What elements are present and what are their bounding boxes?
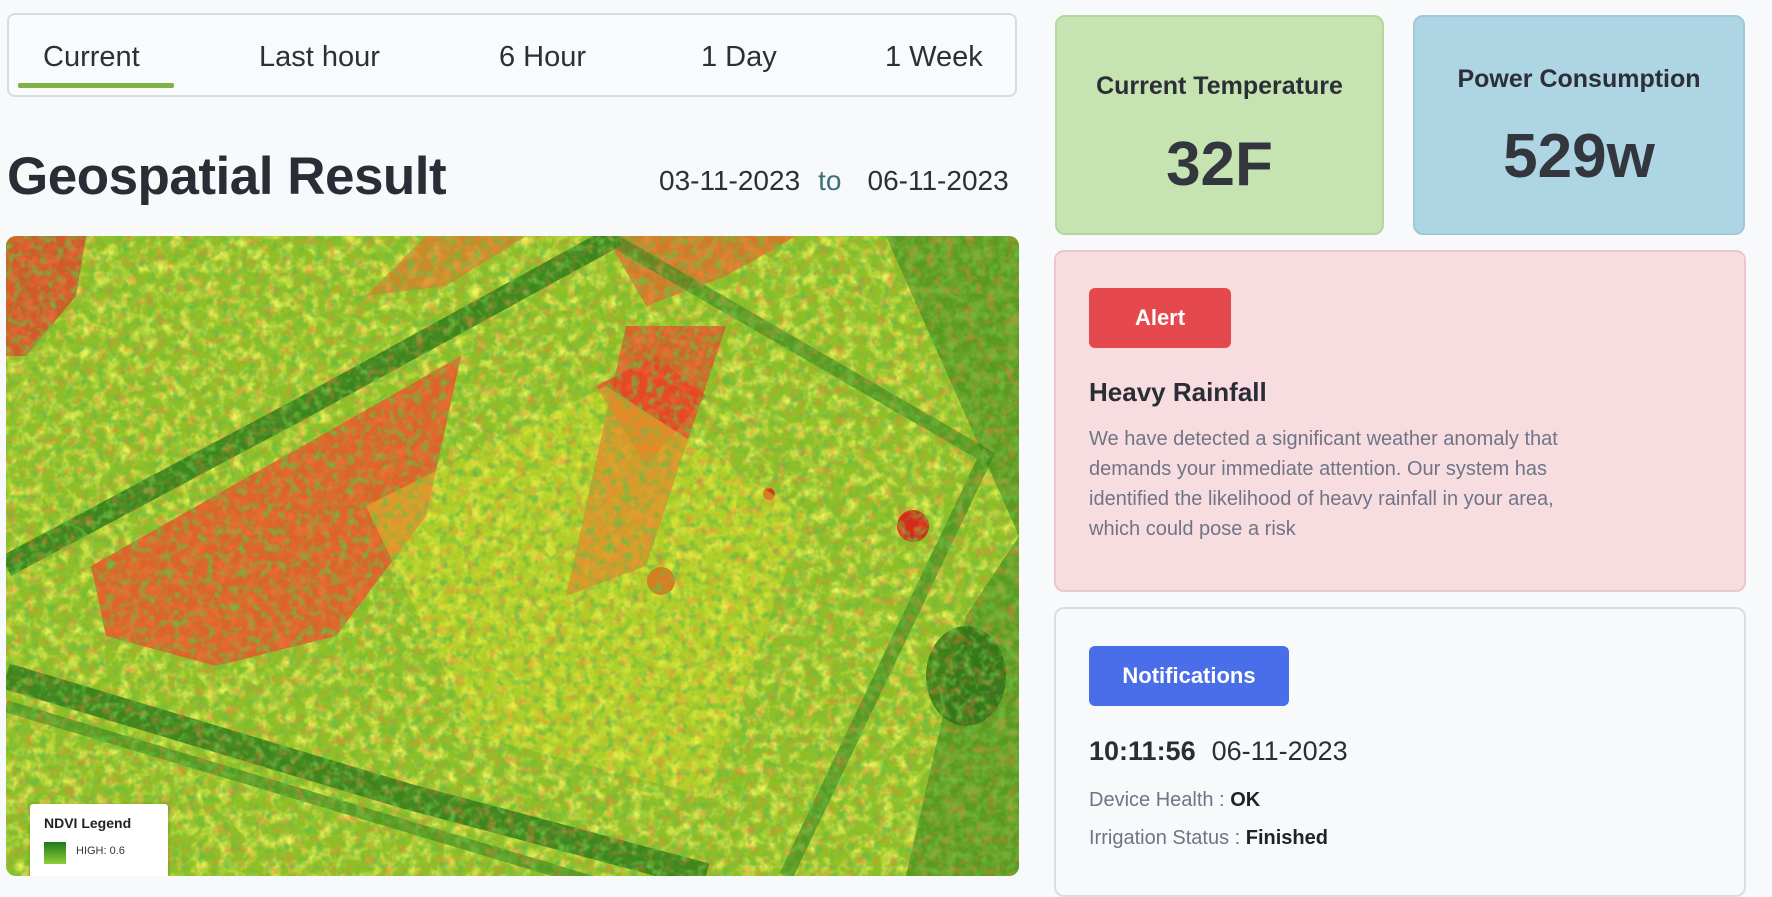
time-range-tabs: Current Last hour 6 Hour 1 Day 1 Week (7, 13, 1017, 97)
notification-date: 06-11-2023 (1211, 736, 1348, 766)
ndvi-map[interactable]: NDVI Legend HIGH: 0.6 (6, 236, 1019, 876)
notifications-card: Notifications 10:11:56 06-11-2023 Device … (1054, 607, 1746, 897)
tab-last-hour[interactable]: Last hour (259, 41, 380, 74)
irrigation-status-value: Finished (1245, 827, 1328, 849)
irrigation-status-row: Irrigation Status : Finished (1089, 827, 1328, 850)
notification-timestamp: 10:11:56 06-11-2023 (1089, 736, 1348, 767)
notification-time: 10:11:56 (1089, 736, 1196, 766)
notifications-button[interactable]: Notifications (1089, 646, 1289, 706)
ndvi-legend: NDVI Legend HIGH: 0.6 (30, 804, 168, 876)
date-separator: to (818, 165, 842, 196)
temperature-value: 32F (1166, 130, 1273, 199)
tab-current[interactable]: Current (43, 41, 140, 74)
alert-body: We have detected a significant weather a… (1089, 428, 1558, 540)
power-card: Power Consumption 529w (1413, 15, 1745, 235)
tab-1-week[interactable]: 1 Week (885, 41, 983, 74)
temperature-label: Current Temperature (1096, 72, 1343, 100)
device-health-label: Device Health : (1089, 789, 1225, 811)
power-label: Power Consumption (1457, 65, 1701, 93)
date-range: 03-11-2023 to 06-11-2023 (659, 165, 1009, 197)
power-value: 529w (1503, 122, 1655, 191)
temperature-card: Current Temperature 32F (1055, 15, 1384, 235)
tab-6-hour[interactable]: 6 Hour (499, 41, 586, 74)
legend-high-swatch (44, 842, 66, 864)
alert-title: Heavy Rainfall (1089, 377, 1267, 407)
page-title: Geospatial Result (7, 147, 447, 206)
legend-title: NDVI Legend (44, 815, 132, 831)
tab-1-day[interactable]: 1 Day (701, 41, 777, 74)
date-from: 03-11-2023 (659, 165, 801, 196)
device-health-row: Device Health : OK (1089, 789, 1260, 812)
device-health-value: OK (1230, 789, 1261, 811)
irrigation-status-label: Irrigation Status : (1089, 827, 1241, 849)
active-tab-indicator (18, 83, 174, 88)
legend-high-label: HIGH: 0.6 (76, 845, 125, 857)
ndvi-map-image (6, 236, 1019, 876)
alert-card: Alert Heavy Rainfall We have detected a … (1054, 250, 1746, 592)
date-to: 06-11-2023 (867, 165, 1009, 196)
alert-badge[interactable]: Alert (1089, 288, 1231, 348)
